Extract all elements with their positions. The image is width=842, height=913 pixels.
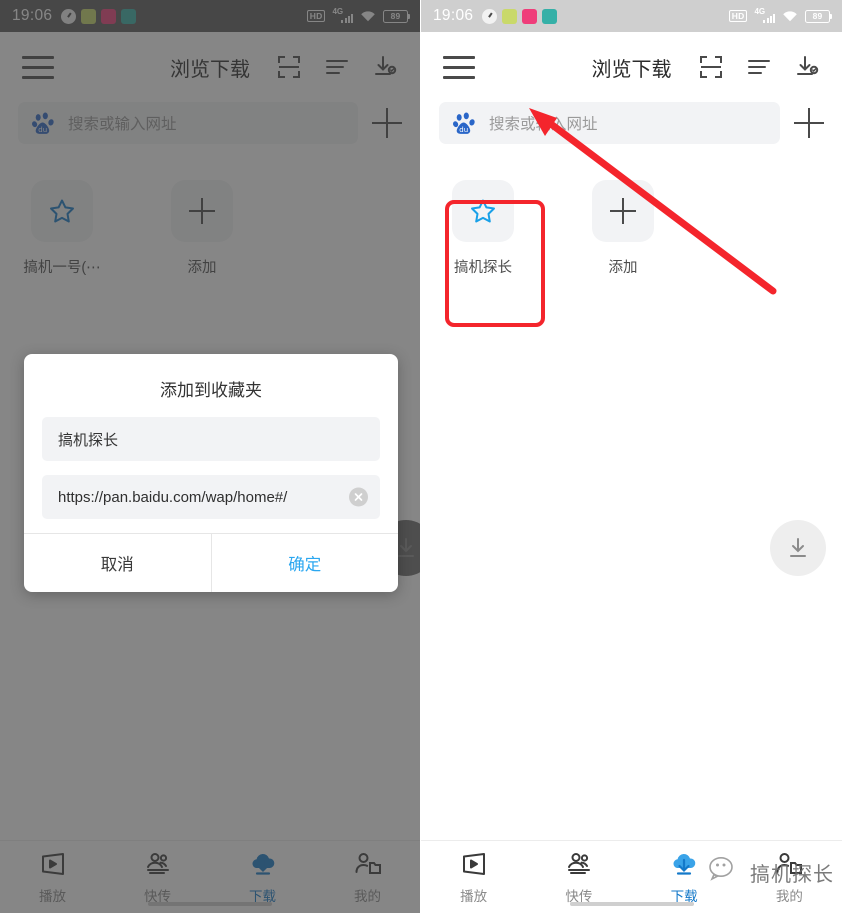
dialog-title: 添加到收藏夹 [160, 381, 262, 400]
home-indicator [569, 902, 694, 906]
bookmark-name-field[interactable]: 搞机探长 [42, 417, 380, 461]
app-bar-actions [698, 54, 820, 80]
add-bookmark-tile[interactable]: 添加 [585, 180, 661, 277]
bookmark-grid: 搞机探长 添加 [421, 144, 842, 277]
search-placeholder: 搜索或输入网址 [489, 116, 598, 133]
hamburger-menu-icon[interactable] [443, 55, 475, 79]
list-lines-icon[interactable] [746, 54, 772, 80]
hd-badge: HD [728, 10, 748, 22]
signal-icon: 4G [754, 7, 775, 23]
bookmark-url-field[interactable]: https://pan.baidu.com/wap/home#/ [42, 475, 380, 519]
add-bookmark-label: 添加 [608, 260, 638, 276]
cancel-button[interactable]: 取消 [24, 534, 211, 592]
pink-app-icon [522, 8, 538, 24]
dialog-actions: 取消 确定 [24, 533, 398, 592]
download-fab-button[interactable] [770, 520, 826, 576]
nav-item-download[interactable]: 下载 [632, 850, 737, 905]
green-app-icon [502, 8, 518, 24]
download-check-icon[interactable] [794, 54, 820, 80]
nav-item-mine[interactable]: 我的 [737, 850, 842, 905]
nav-item-transfer[interactable]: 快传 [526, 850, 631, 905]
person-folder-icon [775, 850, 803, 878]
nav-item-play[interactable]: 播放 [421, 850, 526, 905]
teal-app-icon [542, 8, 558, 24]
wifi-icon [782, 10, 798, 22]
bookmark-name-value: 搞机探长 [58, 431, 119, 449]
right-screen-panel: 19:06 HD 4G 89 浏览下载 du 搜索或输入网址 搞机探长 添加 播… [421, 0, 842, 913]
star-icon [452, 180, 514, 242]
play-screen-icon [461, 850, 487, 878]
search-row: du 搜索或输入网址 [421, 102, 842, 144]
people-transfer-icon [565, 850, 593, 878]
nav-label-mine: 我的 [775, 888, 803, 904]
bookmark-tile[interactable]: 搞机探长 [445, 180, 521, 277]
bookmark-url-value: https://pan.baidu.com/wap/home#/ [58, 488, 288, 506]
network-label: 4G [754, 7, 766, 16]
status-bar: 19:06 HD 4G 89 [421, 0, 842, 32]
confirm-button[interactable]: 确定 [210, 534, 399, 592]
cloud-download-icon [669, 850, 699, 878]
add-to-favorites-dialog: 添加到收藏夹 搞机探长 https://pan.baidu.com/wap/ho… [24, 354, 398, 592]
svg-text:du: du [459, 126, 468, 134]
clear-circle-icon[interactable] [349, 487, 368, 507]
search-input[interactable]: du 搜索或输入网址 [439, 102, 780, 144]
battery-icon: 89 [805, 9, 832, 23]
left-screen-panel: 19:06 HD 4G 89 浏览下载 [0, 0, 421, 913]
bottom-navigation: 播放 快传 下载 [421, 840, 842, 913]
nav-label-play: 播放 [460, 888, 488, 904]
app-bar: 浏览下载 [421, 32, 842, 102]
add-tab-button[interactable] [794, 108, 824, 138]
status-bar-time: 19:06 [433, 7, 474, 24]
plus-icon [592, 180, 654, 242]
status-bar-app-icons [482, 8, 558, 24]
baidu-logo-icon: du [453, 111, 477, 135]
bookmark-label: 搞机探长 [454, 260, 512, 276]
screenshot-stage: 19:06 HD 4G 89 浏览下载 [0, 0, 842, 913]
scan-frame-icon[interactable] [698, 54, 724, 80]
status-bar-indicators: HD 4G 89 [728, 7, 832, 23]
clock-icon [482, 8, 498, 24]
